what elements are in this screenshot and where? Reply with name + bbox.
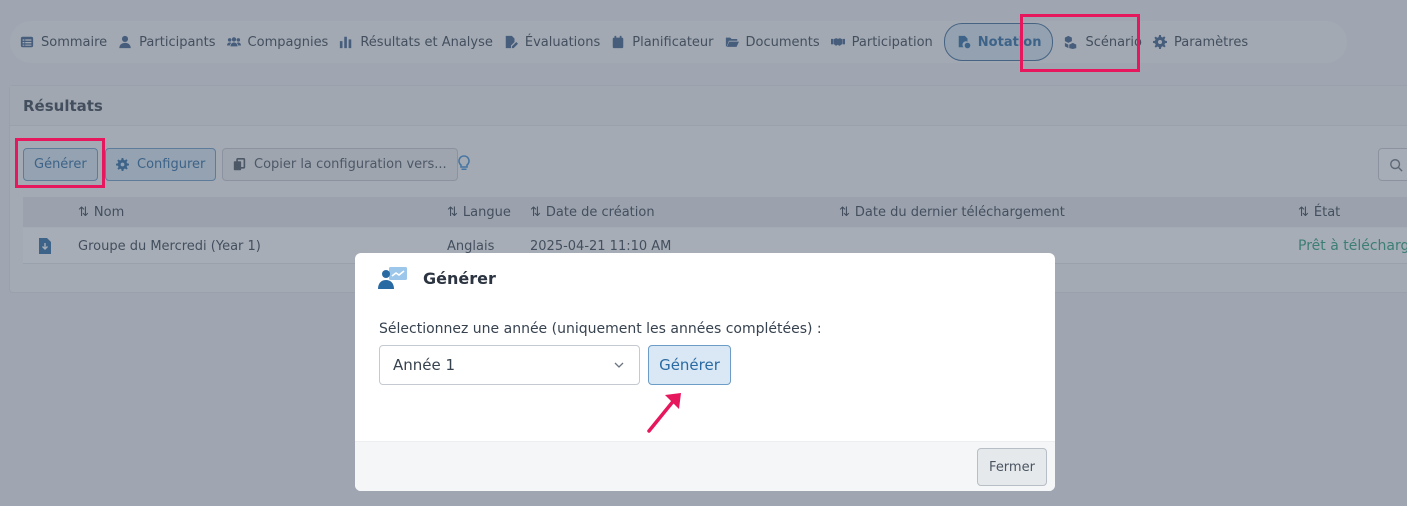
close-button[interactable]: Fermer [977,448,1047,486]
user-presentation-icon [378,265,408,291]
dialog-generate-button[interactable]: Générer [648,345,731,385]
generate-dialog: Générer Sélectionnez une année (uniqueme… [355,253,1055,491]
dialog-footer: Fermer [355,441,1055,491]
year-select-label: Sélectionnez une année (uniquement les a… [379,321,822,337]
dialog-title: Générer [423,269,496,288]
year-select-value: Année 1 [393,356,456,374]
chevron-down-icon [614,362,624,368]
year-select[interactable]: Année 1 [379,345,640,385]
annotation-arrow [647,393,681,433]
